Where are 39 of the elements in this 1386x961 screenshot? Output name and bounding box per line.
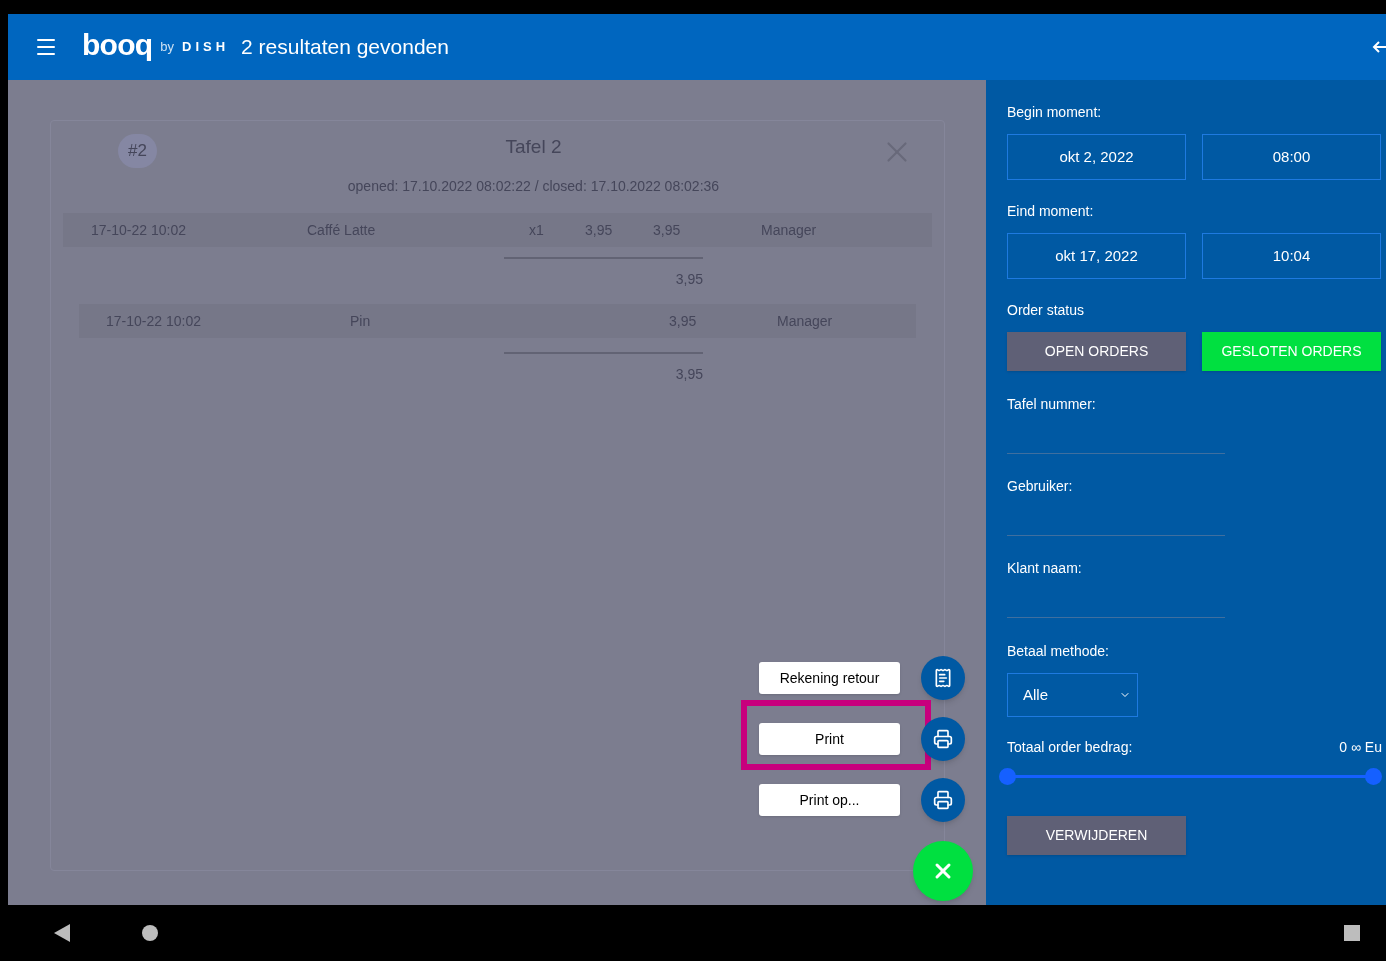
logo-suffix: by xyxy=(160,38,175,57)
printer-icon xyxy=(933,729,953,749)
payment-select[interactable]: Alle xyxy=(1007,673,1138,717)
printer-icon xyxy=(933,790,953,810)
end-label: Eind moment: xyxy=(1007,202,1095,221)
payment-label: Betaal methode: xyxy=(1007,642,1110,661)
action-button[interactable] xyxy=(921,717,965,761)
amount-label: Totaal order bedrag: xyxy=(1007,738,1133,757)
field-label: Gebruiker: xyxy=(1007,477,1074,496)
begin-label: Begin moment: xyxy=(1007,103,1103,122)
delete-button[interactable]: VERWIJDEREN xyxy=(1007,816,1186,855)
range-slider[interactable] xyxy=(999,768,1381,785)
action-button[interactable] xyxy=(921,778,965,822)
order-number-badge: #2 xyxy=(118,134,157,168)
close-fab[interactable] xyxy=(913,841,973,901)
status-toggle[interactable]: OPEN ORDERS xyxy=(1007,332,1186,371)
logo-brand: DISH xyxy=(182,38,230,57)
field-label: Tafel nummer: xyxy=(1007,395,1097,414)
field-label: Klant naam: xyxy=(1007,559,1083,578)
slider-thumb[interactable] xyxy=(1365,768,1382,785)
input-field[interactable]: okt 2, 2022 xyxy=(1007,134,1186,180)
home-icon[interactable] xyxy=(142,925,158,941)
input-field[interactable]: okt 17, 2022 xyxy=(1007,233,1186,279)
page-title: 2 resultaten gevonden xyxy=(241,34,449,61)
back-arrow-icon[interactable] xyxy=(1372,39,1386,55)
action-label[interactable]: Print xyxy=(759,723,900,755)
action-button[interactable] xyxy=(921,656,965,700)
back-icon[interactable] xyxy=(54,924,70,942)
receipt-icon xyxy=(933,668,953,688)
action-label[interactable]: Rekening retour xyxy=(759,662,900,694)
logo: booq xyxy=(82,30,153,63)
action-label[interactable]: Print op... xyxy=(759,784,900,816)
input-field[interactable]: 08:00 xyxy=(1202,134,1381,180)
status-label: Order status xyxy=(1007,301,1086,320)
items-subtotal: 3,95 xyxy=(675,270,703,289)
slider-thumb[interactable] xyxy=(999,768,1016,785)
amount-reading: 0 ∞ Eu xyxy=(1339,738,1382,757)
input-field[interactable]: 10:04 xyxy=(1202,233,1381,279)
payments-subtotal: 3,95 xyxy=(675,365,703,384)
